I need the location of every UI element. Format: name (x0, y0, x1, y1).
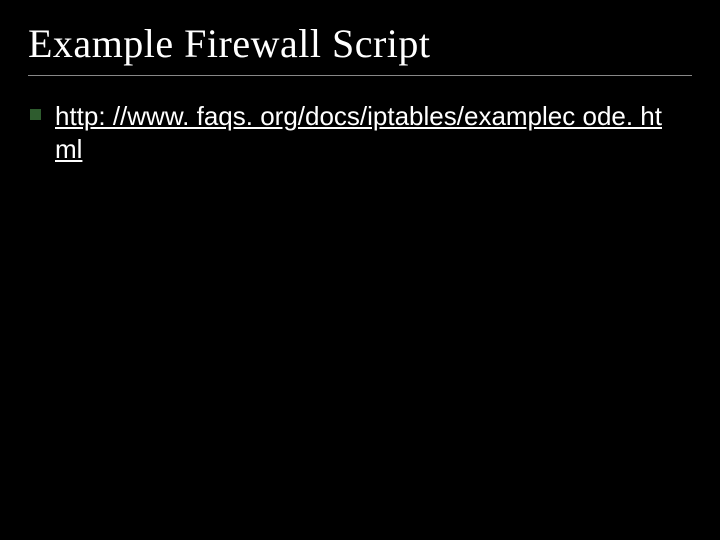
title-section: Example Firewall Script (28, 20, 692, 76)
bullet-link-text[interactable]: http: //www. faqs. org/docs/iptables/exa… (55, 100, 675, 165)
bullet-item: http: //www. faqs. org/docs/iptables/exa… (30, 100, 692, 165)
slide-content: http: //www. faqs. org/docs/iptables/exa… (28, 100, 692, 165)
slide-title: Example Firewall Script (28, 20, 692, 67)
bullet-square-icon (30, 109, 41, 120)
slide-container: Example Firewall Script http: //www. faq… (0, 0, 720, 540)
